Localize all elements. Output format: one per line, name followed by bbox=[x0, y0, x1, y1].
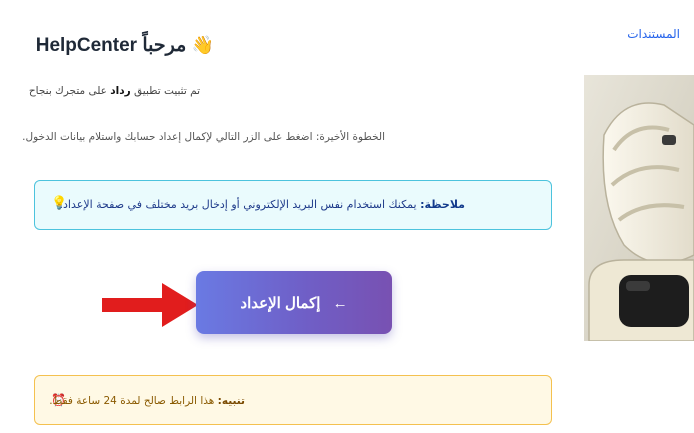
final-step-text: الخطوة الأخيرة: اضغط على الزر التالي لإك… bbox=[22, 131, 385, 143]
install-success-message: تم تثبيت تطبيق رداد على متجرك بنجاح bbox=[29, 85, 200, 97]
note-box: 💡 ملاحظة: يمكنك استخدام نفس البريد الإلك… bbox=[34, 180, 552, 230]
app-name: رداد bbox=[110, 85, 131, 97]
page-title-text: مرحباً HelpCenter bbox=[35, 35, 187, 56]
note-label: ملاحظة: bbox=[420, 198, 465, 211]
red-arrow-pointer-icon bbox=[102, 283, 198, 327]
note-body: يمكنك استخدام نفس البريد الإلكتروني أو إ… bbox=[59, 198, 421, 211]
note-text: ملاحظة: يمكنك استخدام نفس البريد الإلكتر… bbox=[60, 198, 465, 211]
warning-text: تنبيه: هذا الرابط صالح لمدة 24 ساعة فقط. bbox=[49, 395, 245, 407]
complete-setup-label: إكمال الإعداد bbox=[240, 294, 321, 312]
warning-box: ⏰ تنبيه: هذا الرابط صالح لمدة 24 ساعة فق… bbox=[34, 375, 552, 425]
main-panel: 👋 مرحباً HelpCenter تم تثبيت تطبيق رداد … bbox=[0, 0, 584, 433]
complete-setup-button[interactable]: إكمال الإعداد ← bbox=[196, 271, 392, 334]
install-suffix: على متجرك بنجاح bbox=[28, 85, 111, 97]
arrow-left-icon: ← bbox=[332, 294, 348, 312]
warning-label: تنبيه: bbox=[217, 395, 245, 407]
install-prefix: تم تثبيت تطبيق bbox=[130, 85, 200, 97]
nav-docs-link[interactable]: المستندات bbox=[627, 27, 680, 41]
robot-illustration bbox=[584, 75, 694, 341]
wave-icon: 👋 bbox=[191, 35, 214, 55]
page-title: 👋 مرحباً HelpCenter bbox=[34, 34, 214, 57]
warning-body: هذا الرابط صالح لمدة 24 ساعة فقط. bbox=[49, 395, 218, 407]
side-panel: المستندات bbox=[584, 0, 694, 433]
hero-image bbox=[584, 75, 694, 341]
